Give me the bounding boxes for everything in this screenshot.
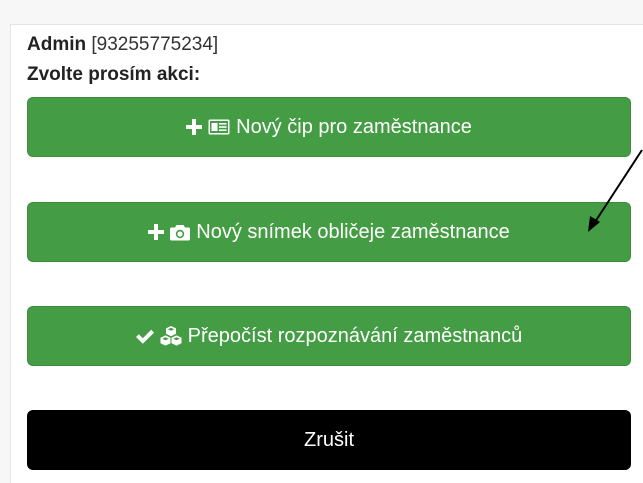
- cancel-label: Zrušit: [304, 428, 354, 451]
- id-card-icon: [208, 117, 230, 137]
- new-chip-button[interactable]: Nový čip pro zaměstnance: [27, 97, 631, 157]
- cancel-button[interactable]: Zrušit: [27, 410, 631, 470]
- cubes-icon: [160, 326, 182, 346]
- new-chip-label: Nový čip pro zaměstnance: [236, 115, 472, 138]
- recalculate-recognition-button[interactable]: Přepočíst rozpoznávání zaměstnanců: [27, 306, 631, 366]
- recalculate-recognition-label: Přepočíst rozpoznávání zaměstnanců: [187, 324, 523, 347]
- plus-icon: [148, 222, 165, 242]
- new-face-photo-label: Nový snímek obličeje zaměstnance: [196, 220, 510, 243]
- checkmark-icon: [135, 326, 154, 346]
- plus-icon: [186, 117, 203, 137]
- new-face-photo-button[interactable]: Nový snímek obličeje zaměstnance: [27, 202, 631, 262]
- screen: Admin [93255775234] Zvolte prosím akci: …: [0, 0, 643, 483]
- camera-icon: [170, 222, 191, 242]
- user-id: [93255775234]: [91, 34, 219, 55]
- user-header: Admin [93255775234]: [27, 32, 218, 58]
- user-name: Admin: [27, 34, 87, 55]
- action-prompt: Zvolte prosím akci:: [27, 64, 201, 85]
